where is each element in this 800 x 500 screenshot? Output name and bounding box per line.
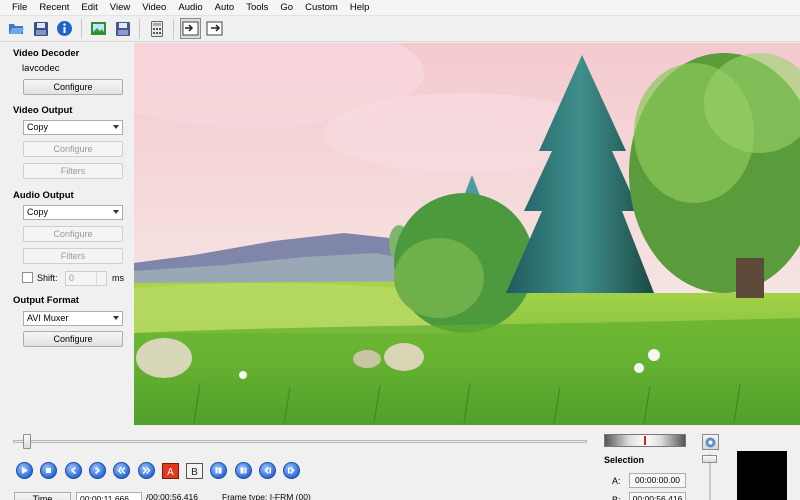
play-button[interactable]	[16, 462, 33, 479]
menu-audio[interactable]: Audio	[172, 0, 208, 16]
output-format-selected: AVI Muxer	[27, 313, 69, 323]
back-black-frame-button[interactable]	[259, 462, 276, 479]
open-icon[interactable]	[6, 18, 27, 39]
chevron-down-icon	[113, 316, 119, 320]
selection-title: Selection	[604, 455, 645, 465]
video-output-selected: Copy	[27, 122, 49, 132]
volume-button[interactable]	[702, 434, 719, 450]
forward-keyframe-button[interactable]	[138, 462, 155, 479]
menu-custom[interactable]: Custom	[299, 0, 344, 16]
toolbar-separator	[173, 18, 174, 39]
video-output-select[interactable]: Copy	[23, 120, 123, 135]
current-time-field[interactable]: 00:00:11.666	[76, 492, 142, 500]
output-preview-icon[interactable]	[204, 18, 225, 39]
menu-help[interactable]: Help	[344, 0, 376, 16]
jog-shuttle[interactable]	[604, 434, 686, 447]
timeline-slider[interactable]	[13, 440, 587, 443]
output-format-select[interactable]: AVI Muxer	[23, 311, 123, 326]
go-marker-b-button[interactable]	[235, 462, 252, 479]
menu-bar: File Recent Edit View Video Audio Auto T…	[0, 0, 800, 16]
toolbar-separator	[81, 18, 82, 39]
shift-label: Shift:	[37, 273, 58, 283]
video-preview	[134, 43, 800, 425]
chevron-down-icon	[113, 125, 119, 129]
marker-b-label: B:	[612, 495, 621, 500]
save-icon[interactable]	[30, 18, 51, 39]
marker-b-value: 00:00:56.416	[629, 492, 686, 500]
speaker-icon	[705, 437, 716, 447]
menu-recent[interactable]: Recent	[33, 0, 75, 16]
next-frame-button[interactable]	[89, 462, 106, 479]
total-time: /00:00:56.416	[146, 492, 198, 500]
video-output-filters-button[interactable]: Filters	[23, 163, 123, 179]
menu-edit[interactable]: Edit	[75, 0, 103, 16]
stop-button[interactable]	[40, 462, 57, 479]
shift-checkbox[interactable]	[22, 272, 33, 283]
video-output-title: Video Output	[13, 105, 73, 116]
shift-spinner[interactable]	[96, 272, 106, 285]
shift-unit: ms	[112, 273, 124, 283]
marker-a-label: A:	[612, 476, 621, 486]
audio-output-title: Audio Output	[13, 190, 74, 201]
toolbar-separator	[139, 18, 140, 39]
svg-text:B: B	[191, 467, 198, 478]
menu-view[interactable]: View	[104, 0, 136, 16]
back-keyframe-button[interactable]	[113, 462, 130, 479]
set-marker-b-button[interactable]: B	[186, 462, 203, 479]
video-frame-image	[134, 43, 800, 425]
svg-text:A: A	[167, 467, 174, 478]
menu-file[interactable]: File	[6, 0, 33, 16]
forward-black-frame-button[interactable]	[283, 462, 300, 479]
video-decoder-title: Video Decoder	[13, 48, 80, 59]
video-decoder-configure-button[interactable]: Configure	[23, 79, 123, 95]
time-button[interactable]: Time	[14, 492, 71, 500]
calculator-icon[interactable]	[146, 18, 167, 39]
jog-shuttle-marker	[644, 436, 646, 445]
output-format-configure-button[interactable]: Configure	[23, 331, 123, 347]
toolbar	[0, 16, 800, 42]
save-script-icon[interactable]	[112, 18, 133, 39]
info-icon[interactable]	[54, 18, 75, 39]
menu-tools[interactable]: Tools	[240, 0, 274, 16]
mini-preview	[737, 451, 787, 500]
go-marker-a-button[interactable]	[210, 462, 227, 479]
timeline-slider-thumb[interactable]	[23, 434, 32, 449]
frame-type: Frame type: I-FRM (00)	[222, 492, 311, 500]
menu-go[interactable]: Go	[274, 0, 299, 16]
video-output-configure-button[interactable]: Configure	[23, 141, 123, 157]
video-decoder-codec: lavcodec	[22, 63, 60, 74]
audio-output-selected: Copy	[27, 207, 49, 217]
menu-auto[interactable]: Auto	[209, 0, 241, 16]
audio-output-select[interactable]: Copy	[23, 205, 123, 220]
previous-frame-button[interactable]	[65, 462, 82, 479]
volume-slider-thumb[interactable]	[702, 455, 717, 463]
output-format-title: Output Format	[13, 295, 79, 306]
input-preview-icon[interactable]	[180, 18, 201, 39]
chevron-down-icon	[113, 210, 119, 214]
menu-video[interactable]: Video	[136, 0, 172, 16]
marker-a-value: 00:00:00.00	[629, 473, 686, 488]
audio-output-configure-button[interactable]: Configure	[23, 226, 123, 242]
set-marker-a-button[interactable]: A	[162, 462, 179, 479]
save-image-icon[interactable]	[88, 18, 109, 39]
audio-output-filters-button[interactable]: Filters	[23, 248, 123, 264]
